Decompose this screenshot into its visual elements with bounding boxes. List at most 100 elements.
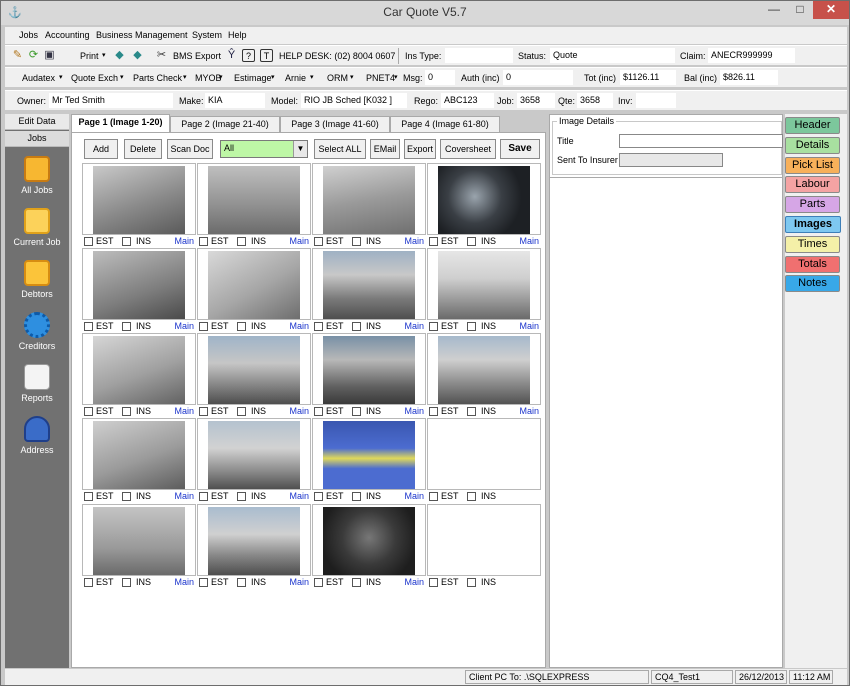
section-tab-notes[interactable]: Notes — [785, 275, 840, 293]
est-checkbox[interactable] — [84, 322, 93, 331]
menu-business-management[interactable]: Business Management — [96, 30, 188, 40]
image-thumbnail[interactable]: EST INS Main — [312, 418, 426, 502]
delete-button[interactable]: Delete — [124, 139, 162, 159]
save-button[interactable]: Save — [500, 139, 540, 159]
ins-checkbox[interactable] — [122, 492, 131, 501]
title-input[interactable] — [619, 134, 783, 148]
image-thumbnail[interactable]: EST INS Main — [197, 163, 311, 247]
est-checkbox[interactable] — [314, 578, 323, 587]
thumbnail-photo[interactable] — [438, 166, 530, 234]
image-thumbnail[interactable]: EST INS — [427, 504, 541, 588]
nav-all-jobs[interactable]: All Jobs — [5, 156, 69, 206]
thumbnail-photo[interactable] — [323, 166, 415, 234]
image-thumbnail[interactable]: EST INS — [427, 418, 541, 502]
ins-checkbox[interactable] — [467, 322, 476, 331]
image-thumbnail[interactable]: EST INS Main — [82, 248, 196, 332]
thumbnail-photo[interactable] — [93, 251, 185, 319]
main-image-link[interactable]: Main — [404, 406, 424, 416]
nav-address[interactable]: Address — [5, 416, 69, 466]
pnet4-button[interactable]: PNET4 — [366, 73, 395, 83]
image-thumbnail[interactable]: EST INS Main — [427, 163, 541, 247]
ins-checkbox[interactable] — [467, 237, 476, 246]
audatex-dropdown-icon[interactable]: ▾ — [59, 73, 63, 81]
estimage-dropdown-icon[interactable]: ▾ — [271, 73, 275, 81]
nav-reports[interactable]: Reports — [5, 364, 69, 414]
section-tab-details[interactable]: Details — [785, 136, 840, 154]
main-image-link[interactable]: Main — [404, 491, 424, 501]
thumbnail-photo[interactable] — [208, 251, 300, 319]
thumbnail-frame[interactable] — [197, 333, 311, 405]
menu-jobs[interactable]: Jobs — [19, 30, 38, 40]
menu-accounting[interactable]: Accounting — [45, 30, 90, 40]
ins-checkbox[interactable] — [352, 578, 361, 587]
quote-exch-dropdown-icon[interactable]: ▾ — [120, 73, 124, 81]
est-checkbox[interactable] — [84, 237, 93, 246]
ins-checkbox[interactable] — [122, 237, 131, 246]
main-image-link[interactable]: Main — [519, 406, 539, 416]
ins-checkbox[interactable] — [122, 578, 131, 587]
main-image-link[interactable]: Main — [174, 236, 194, 246]
thumbnail-frame[interactable] — [82, 248, 196, 320]
menu-system[interactable]: System — [192, 30, 222, 40]
image-thumbnail[interactable]: EST INS Main — [312, 333, 426, 417]
est-checkbox[interactable] — [429, 322, 438, 331]
est-checkbox[interactable] — [84, 492, 93, 501]
ins-checkbox[interactable] — [352, 237, 361, 246]
main-image-link[interactable]: Main — [404, 321, 424, 331]
thumbnail-photo[interactable] — [93, 336, 185, 404]
thumbnail-photo[interactable] — [208, 507, 300, 575]
thumbnail-photo[interactable] — [208, 336, 300, 404]
add-button[interactable]: Add — [84, 139, 118, 159]
ins-checkbox[interactable] — [237, 237, 246, 246]
thumbnail-frame[interactable] — [82, 333, 196, 405]
ins-type-value[interactable] — [445, 48, 513, 63]
image-thumbnail[interactable]: EST INS Main — [312, 163, 426, 247]
select-all-button[interactable]: Select ALL — [314, 139, 366, 159]
myob-dropdown-icon[interactable]: ▾ — [219, 73, 223, 81]
thumbnail-photo[interactable] — [93, 507, 185, 575]
minimize-button[interactable]: — — [761, 1, 787, 19]
ins-checkbox[interactable] — [122, 322, 131, 331]
quote-icon[interactable]: Ŷ — [225, 49, 238, 62]
ins-checkbox[interactable] — [467, 492, 476, 501]
parts-check-button[interactable]: Parts Check — [133, 73, 182, 83]
tab-page-3[interactable]: Page 3 (Image 41-60) — [280, 116, 390, 132]
print-dropdown-icon[interactable]: ▾ — [102, 51, 106, 59]
nav-creditors[interactable]: Creditors — [5, 312, 69, 362]
ins-checkbox[interactable] — [237, 578, 246, 587]
main-image-link[interactable]: Main — [519, 321, 539, 331]
nav-next-icon[interactable]: ◆ — [131, 49, 144, 62]
est-checkbox[interactable] — [429, 492, 438, 501]
thumbnail-frame[interactable] — [427, 504, 541, 576]
tab-page-1[interactable]: Page 1 (Image 1-20) — [71, 114, 170, 133]
thumbnail-frame[interactable] — [82, 418, 196, 490]
image-thumbnail[interactable]: EST INS Main — [312, 248, 426, 332]
thumbnail-photo[interactable] — [438, 336, 530, 404]
quote-exch-button[interactable]: Quote Exch — [71, 73, 118, 83]
thumbnail-frame[interactable] — [427, 163, 541, 235]
chevron-down-icon[interactable]: ▼ — [293, 141, 307, 157]
thumbnail-frame[interactable] — [82, 504, 196, 576]
ins-checkbox[interactable] — [352, 492, 361, 501]
thumbnail-photo[interactable] — [438, 251, 530, 319]
est-checkbox[interactable] — [199, 407, 208, 416]
main-image-link[interactable]: Main — [404, 236, 424, 246]
help-icon[interactable]: ? — [242, 49, 255, 62]
parts-check-dropdown-icon[interactable]: ▾ — [183, 73, 187, 81]
est-checkbox[interactable] — [84, 578, 93, 587]
scan-doc-button[interactable]: Scan Doc — [167, 139, 213, 159]
thumbnail-frame[interactable] — [82, 163, 196, 235]
audatex-button[interactable]: Audatex — [22, 73, 55, 83]
nav-prev-icon[interactable]: ◆ — [113, 49, 126, 62]
print-button[interactable]: Print — [80, 51, 99, 61]
main-image-link[interactable]: Main — [174, 491, 194, 501]
thumbnail-photo[interactable] — [323, 336, 415, 404]
t-icon[interactable]: T — [260, 49, 273, 62]
ins-checkbox[interactable] — [237, 407, 246, 416]
thumbnail-frame[interactable] — [312, 418, 426, 490]
ins-checkbox[interactable] — [352, 322, 361, 331]
thumbnail-photo[interactable] — [93, 421, 185, 489]
edit-data-button[interactable]: Edit Data — [5, 114, 69, 130]
claim-value[interactable]: ANECR999999 — [708, 48, 795, 63]
thumbnail-photo[interactable] — [323, 421, 415, 489]
